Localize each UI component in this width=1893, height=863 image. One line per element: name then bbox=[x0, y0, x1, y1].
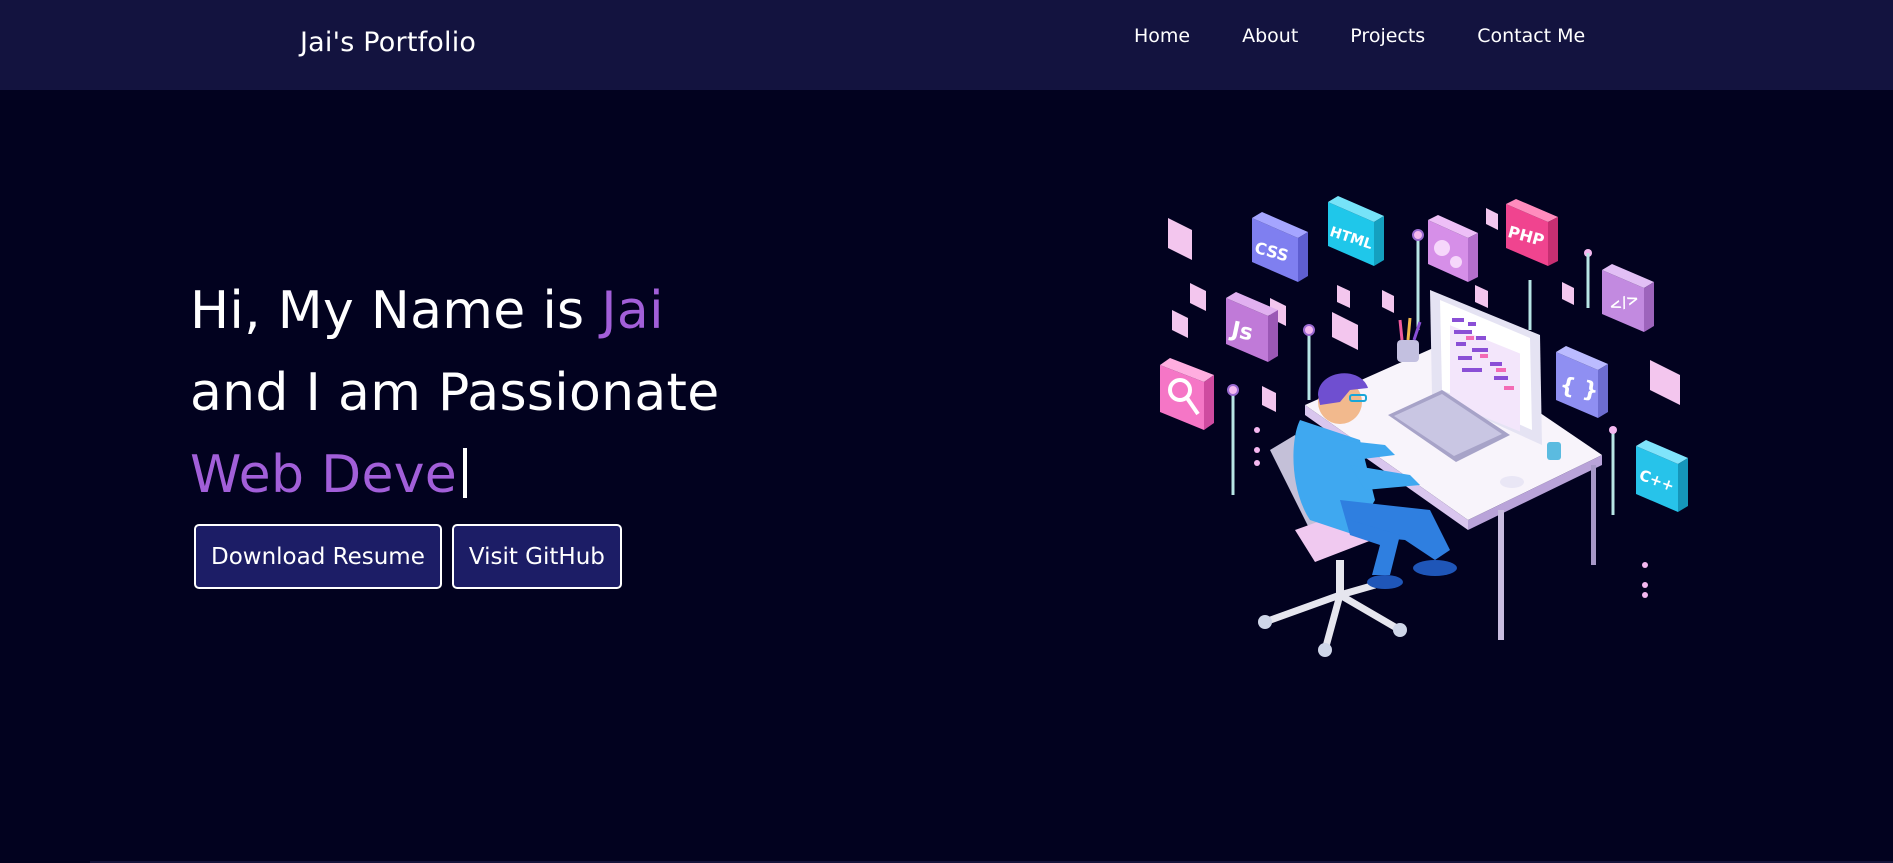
mug-icon bbox=[1547, 442, 1561, 460]
php-icon: PHP bbox=[1506, 199, 1558, 266]
hero-line-1: Hi, My Name is Jai bbox=[190, 270, 720, 352]
nav-link-about[interactable]: About bbox=[1242, 25, 1298, 47]
code-tag-icon: </> bbox=[1602, 264, 1654, 332]
gears-icon bbox=[1428, 215, 1478, 282]
nav-links: Home About Projects Contact Me bbox=[1134, 25, 1585, 47]
hero-line-2: and I am Passionate bbox=[190, 363, 720, 423]
nav-link-contact[interactable]: Contact Me bbox=[1477, 25, 1585, 47]
nav-link-projects[interactable]: Projects bbox=[1350, 25, 1425, 47]
hero-line-3: Web Deve bbox=[190, 434, 720, 516]
hero-heading: Hi, My Name is Jai and I am Passionate W… bbox=[190, 270, 720, 516]
typing-cursor bbox=[463, 448, 468, 498]
navbar: Jai's Portfolio Home About Projects Cont… bbox=[0, 0, 1893, 90]
visit-github-button[interactable]: Visit GitHub bbox=[451, 524, 622, 589]
download-resume-button[interactable]: Download Resume bbox=[194, 524, 442, 589]
hero-intro-text: Hi, My Name is bbox=[190, 281, 602, 341]
hero-name: Jai bbox=[601, 281, 664, 341]
cpp-icon: C++ bbox=[1636, 440, 1688, 512]
html-icon: HTML bbox=[1328, 196, 1384, 266]
site-brand[interactable]: Jai's Portfolio bbox=[300, 27, 476, 58]
hero-buttons: Download Resume Visit GitHub bbox=[194, 524, 632, 589]
nav-link-home[interactable]: Home bbox=[1134, 25, 1190, 47]
braces-icon: { } bbox=[1556, 346, 1608, 418]
developer-illustration: CSS HTML PHP Js </> {} C++ bbox=[1160, 196, 1688, 657]
mouse-icon bbox=[1500, 476, 1524, 488]
css-icon: CSS bbox=[1252, 212, 1308, 282]
typed-role-text: Web Deve bbox=[190, 445, 458, 505]
search-icon bbox=[1160, 358, 1214, 430]
